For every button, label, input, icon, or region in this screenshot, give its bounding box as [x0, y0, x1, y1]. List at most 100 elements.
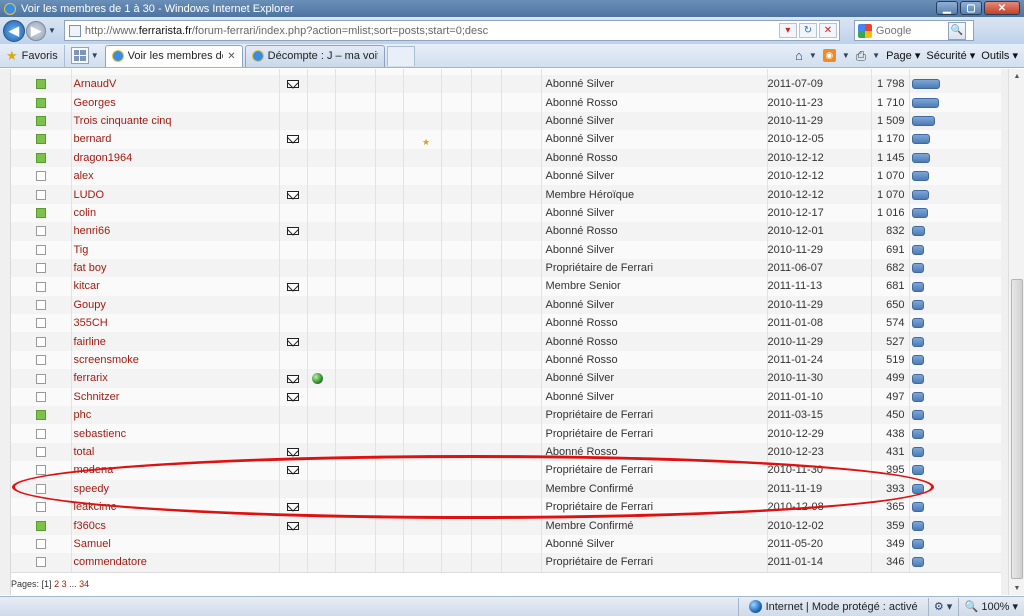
send-message-icon[interactable]	[287, 374, 299, 383]
rss-dropdown-icon[interactable]: ▼	[842, 51, 850, 60]
favorites-button[interactable]: ★ Favoris	[0, 44, 65, 67]
member-name-link[interactable]: phc	[71, 406, 280, 425]
member-name-link[interactable]: leakcimc	[71, 497, 280, 517]
zoom-dropdown-icon[interactable]: ▾	[1012, 600, 1018, 613]
refresh-icon[interactable]: ↻	[798, 23, 817, 38]
empty-cell	[403, 479, 442, 498]
member-name-link[interactable]: 355CH	[71, 314, 280, 333]
member-posts: 346	[871, 553, 910, 572]
send-message-icon[interactable]	[287, 227, 299, 236]
member-rank: Abonné Silver	[541, 534, 768, 554]
close-window-button[interactable]: ✕	[984, 1, 1020, 15]
maximize-button[interactable]: ▢	[960, 1, 982, 15]
page-link-last[interactable]: 34	[79, 579, 89, 589]
page-link-3[interactable]: 3	[62, 579, 67, 589]
minimize-button[interactable]: ▁	[936, 1, 958, 15]
send-message-icon[interactable]	[287, 190, 299, 199]
back-button[interactable]: ◀	[3, 19, 25, 42]
rss-icon[interactable]: ◉	[822, 49, 836, 62]
member-name-link[interactable]: total	[71, 442, 280, 462]
member-name-link[interactable]: f360cs	[71, 516, 280, 535]
member-name-link[interactable]: Trois cinquante cinq	[71, 111, 280, 131]
send-message-icon[interactable]	[287, 282, 299, 291]
tab-members[interactable]: Voir les membres de 1 ... ✕	[104, 44, 243, 67]
tools-menu[interactable]: Outils ▾	[981, 49, 1018, 62]
send-message-icon[interactable]	[287, 466, 299, 475]
empty-cell	[471, 222, 502, 241]
scrollbar-thumb[interactable]	[1011, 279, 1023, 579]
zoom-control[interactable]: 🔍 100% ▾	[957, 597, 1024, 616]
close-tab-icon[interactable]: ✕	[227, 51, 235, 62]
history-dropdown-icon[interactable]: ▼	[48, 26, 56, 35]
member-name-link[interactable]: commendatore	[71, 553, 280, 572]
home-icon[interactable]: ⌂	[795, 48, 803, 63]
member-name-link[interactable]: Samuel	[71, 534, 280, 554]
security-menu[interactable]: Sécurité ▾	[926, 49, 975, 62]
tab-decompte[interactable]: Décompte : J – ma voiture ...	[244, 44, 385, 67]
forward-button[interactable]: ▶	[26, 20, 46, 41]
security-zone[interactable]: Internet | Mode protégé : activé	[737, 597, 928, 616]
website-cell	[307, 387, 336, 407]
page-menu[interactable]: Page ▾	[886, 49, 920, 62]
member-name-link[interactable]: Schnitzer	[71, 387, 280, 407]
stop-icon[interactable]: ✕	[818, 23, 837, 38]
scroll-up-icon[interactable]: ▲	[1009, 69, 1024, 83]
member-name-link[interactable]: sebastienc	[71, 424, 280, 443]
member-name-link[interactable]: ferrarix	[71, 369, 280, 388]
posts-bar-cell	[909, 258, 1001, 278]
scroll-down-icon[interactable]: ▼	[1009, 581, 1024, 595]
protected-mode-icon[interactable]: ⚙ ▾	[927, 597, 958, 616]
send-message-icon[interactable]	[287, 337, 299, 346]
empty-cell	[335, 369, 376, 388]
member-name-link[interactable]: alex	[71, 166, 280, 186]
search-input[interactable]	[875, 24, 946, 37]
empty-cell	[501, 111, 542, 131]
empty-cell	[471, 166, 502, 186]
member-posts: 832	[871, 222, 910, 241]
tab-list-dropdown-icon[interactable]: ▼	[91, 51, 99, 60]
posts-bar-cell	[909, 166, 1001, 186]
empty-cell	[471, 75, 502, 94]
status-cell	[11, 534, 72, 554]
member-name-link[interactable]: dragon1964	[71, 148, 280, 167]
page-link-2[interactable]: 2	[54, 579, 59, 589]
member-name-link[interactable]: kitcar	[71, 277, 280, 296]
member-name-link[interactable]: speedy	[71, 479, 280, 498]
vertical-scrollbar[interactable]: ▲ ▼	[1008, 69, 1024, 595]
empty-cell	[471, 130, 502, 149]
print-dropdown-icon[interactable]: ▼	[872, 51, 880, 60]
send-message-icon[interactable]	[287, 80, 299, 89]
website-globe-icon[interactable]	[311, 373, 323, 385]
member-date: 2011-06-07	[767, 258, 872, 278]
new-tab-button[interactable]	[386, 45, 415, 66]
member-name-link[interactable]: henri66	[71, 222, 280, 241]
member-name-link[interactable]: modena	[71, 461, 280, 480]
member-date: 2011-01-08	[767, 314, 872, 333]
empty-cell	[335, 277, 376, 296]
member-name-link[interactable]: Georges	[71, 93, 280, 112]
quick-tabs-icon[interactable]	[70, 47, 89, 64]
member-name-link[interactable]: colin	[71, 203, 280, 223]
member-name-link[interactable]: Tig	[71, 240, 280, 259]
member-name-link[interactable]: bernard	[71, 130, 280, 149]
print-icon[interactable]: ⎙	[856, 48, 866, 64]
member-name-link[interactable]: ArnaudV	[71, 75, 280, 94]
home-dropdown-icon[interactable]: ▼	[809, 51, 817, 60]
window-title: Voir les membres de 1 à 30 - Windows Int…	[21, 2, 294, 15]
url-text[interactable]: http://www.ferrarista.fr/forum-ferrari/i…	[85, 25, 488, 37]
search-button-icon[interactable]: 🔍	[947, 21, 966, 40]
send-message-icon[interactable]	[287, 521, 299, 530]
member-name-link[interactable]: screensmoke	[71, 350, 280, 370]
member-name-link[interactable]: fairline	[71, 332, 280, 351]
send-message-icon[interactable]	[287, 392, 299, 401]
member-name-link[interactable]: fat boy	[71, 258, 280, 278]
favorites-label: Favoris	[21, 49, 58, 62]
send-message-icon[interactable]	[287, 503, 299, 512]
url-field[interactable]: http://www.ferrarista.fr/forum-ferrari/i…	[63, 20, 840, 41]
member-name-link[interactable]: LUDO	[71, 185, 280, 204]
send-message-icon[interactable]	[287, 448, 299, 457]
compat-view-icon[interactable]: ▾	[778, 23, 797, 38]
posts-bar-cell	[909, 387, 1001, 407]
send-message-icon[interactable]	[287, 135, 299, 144]
member-name-link[interactable]: Goupy	[71, 295, 280, 315]
